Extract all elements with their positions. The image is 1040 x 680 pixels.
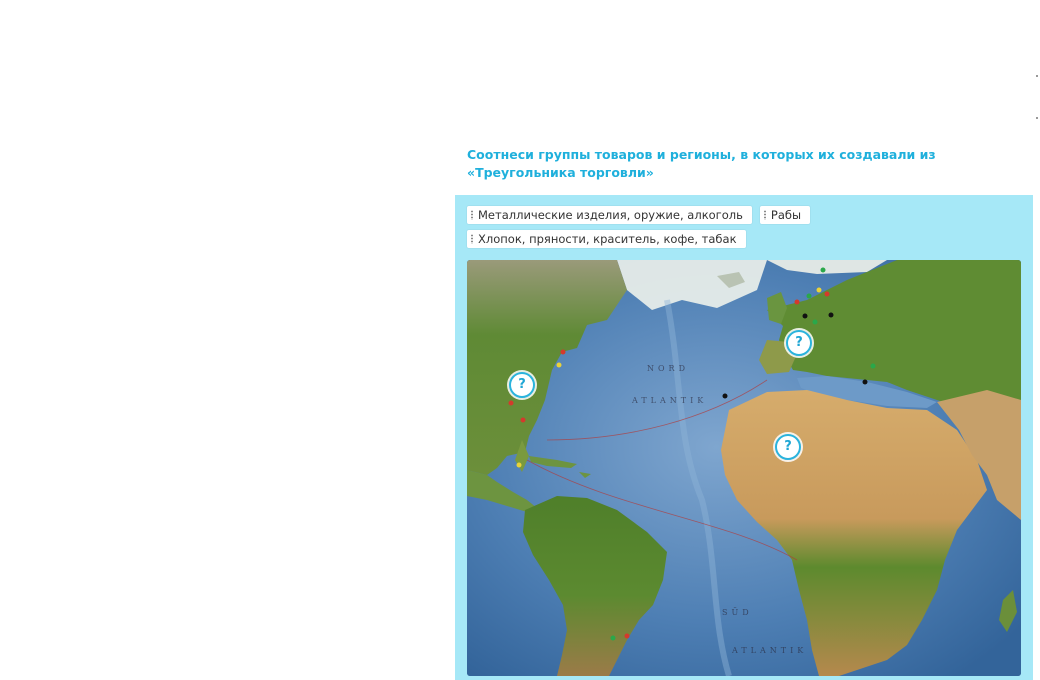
drag-handle-icon [763, 210, 766, 220]
matching-panel: Металлические изделия, оружие, алкоголь … [455, 195, 1033, 680]
drag-handle-icon [471, 210, 473, 220]
chip-bank: Металлические изделия, оружие, алкоголь … [467, 206, 1027, 254]
task-title: Соотнеси группы товаров и регионы, в кот… [467, 147, 936, 180]
edge-marker [1036, 75, 1038, 77]
map-label-nord: NORD [647, 364, 689, 373]
edge-marker [1036, 117, 1038, 119]
map-label-atlantik-south: ATLANTIK [732, 646, 808, 655]
drop-target-europe[interactable]: ? [786, 330, 812, 356]
drop-target-north-america[interactable]: ? [509, 372, 535, 398]
chip-metal-weapons-alcohol[interactable]: Металлические изделия, оружие, алкоголь [467, 206, 752, 224]
map-label-atlantik: ATLANTIK [632, 396, 708, 405]
chip-label: Металлические изделия, оружие, алкоголь [478, 208, 743, 222]
chip-label: Рабы [770, 208, 802, 222]
chip-label: Хлопок, пряности, краситель, кофе, табак [478, 232, 737, 246]
drag-handle-icon [471, 234, 473, 244]
chip-cotton-spices-dye-coffee-tobacco[interactable]: Хлопок, пряности, краситель, кофе, табак [467, 230, 746, 248]
chip-slaves[interactable]: Рабы [759, 206, 811, 224]
drop-target-africa[interactable]: ? [775, 434, 801, 460]
map-label-sud: SÜD [722, 608, 753, 617]
world-map: NORD ATLANTIK SÜD ATLANTIK ? ? ? [467, 260, 1021, 676]
